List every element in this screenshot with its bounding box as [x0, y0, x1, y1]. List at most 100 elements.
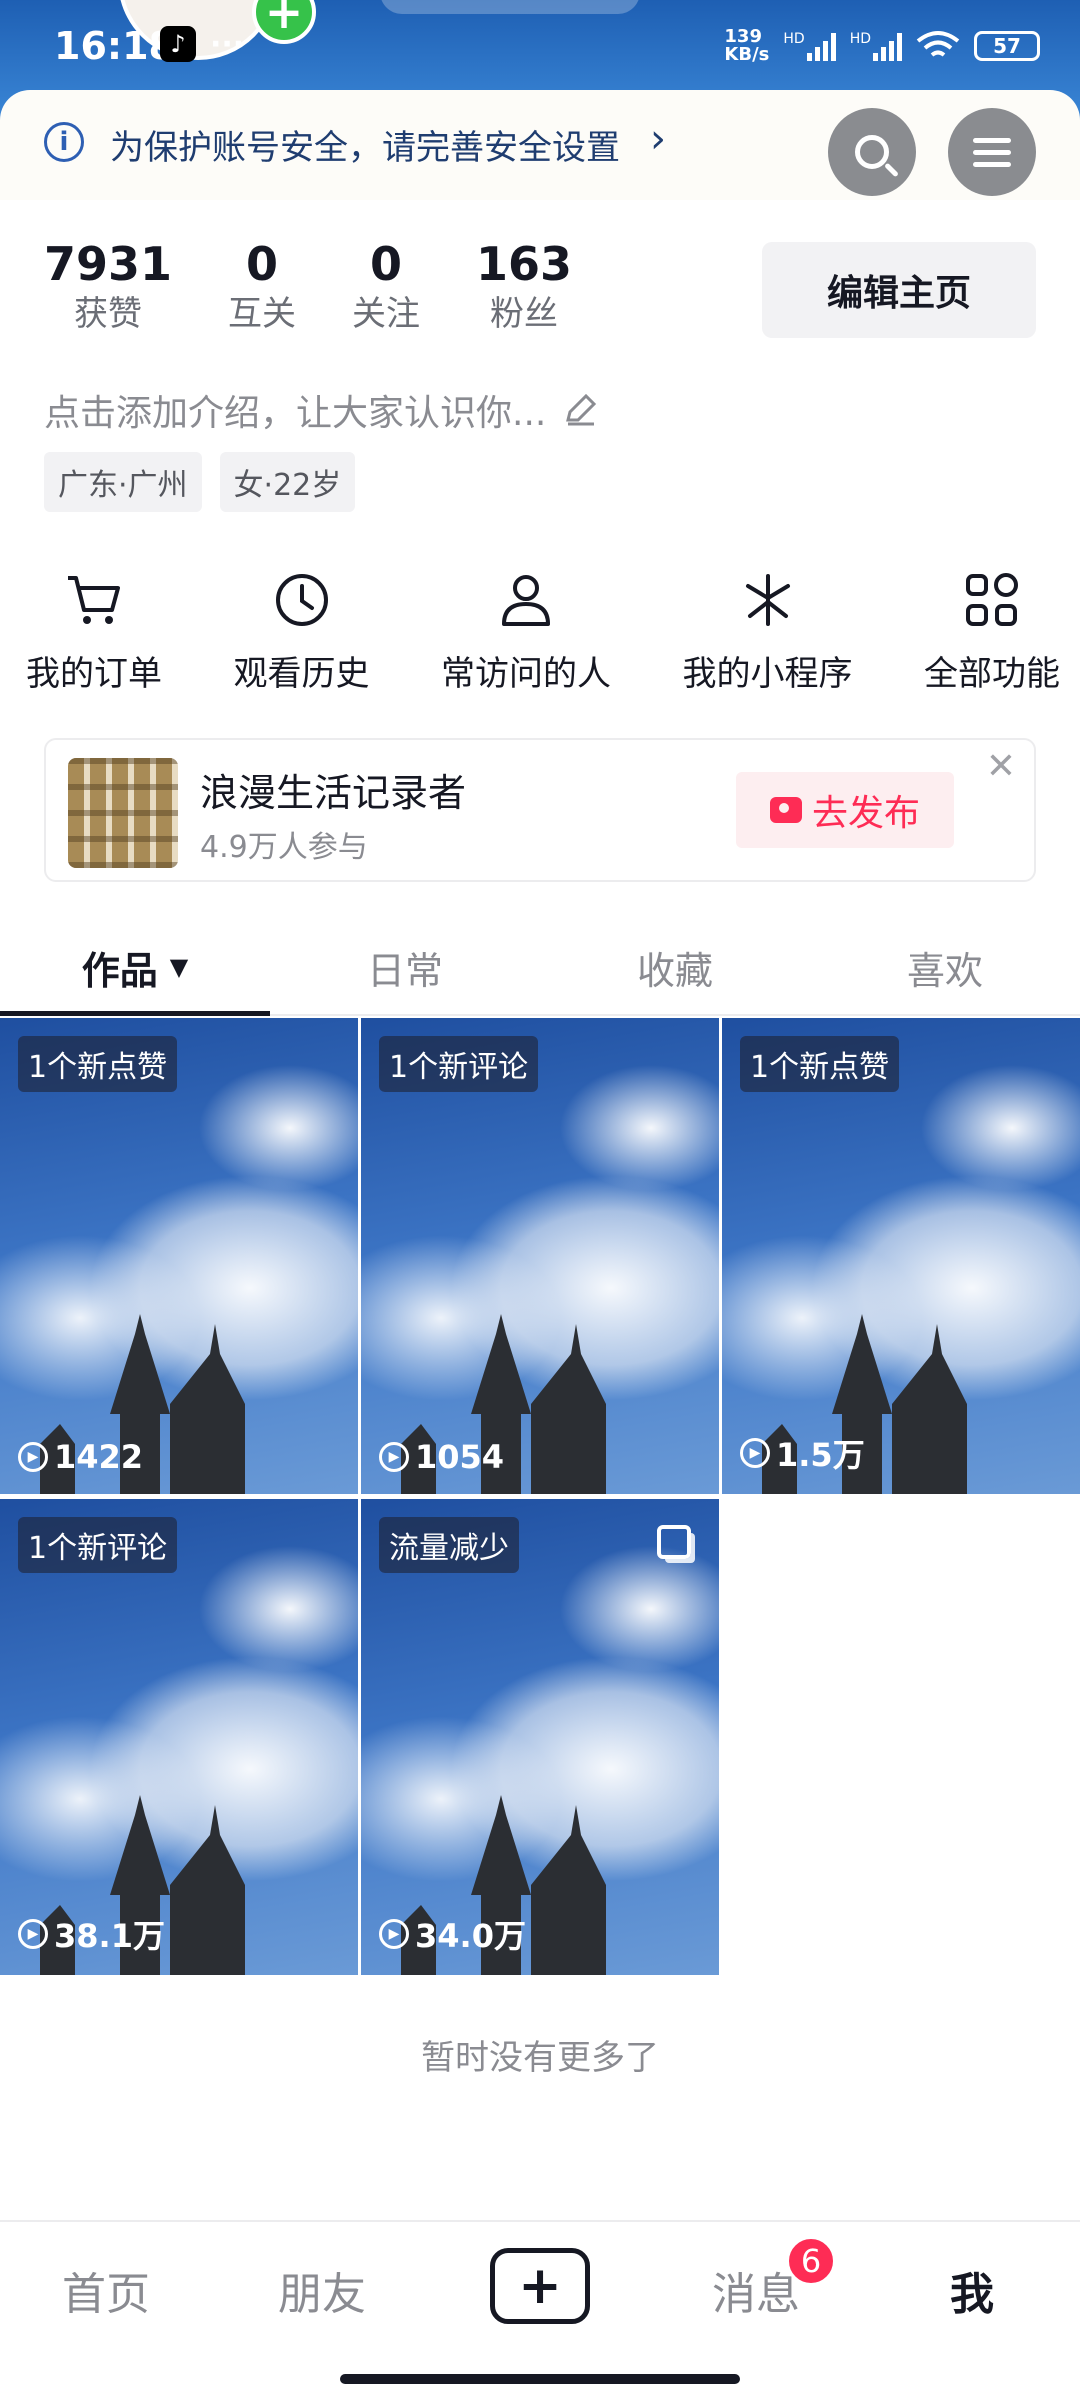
info-icon: i	[44, 122, 84, 162]
profile-tags: 广东·广州 女·22岁	[44, 452, 356, 512]
stat-label: 互关	[228, 294, 297, 334]
play-icon: ▶	[379, 1442, 409, 1472]
tab-label: 日常	[366, 948, 443, 993]
feature-history[interactable]: 观看历史	[234, 568, 370, 695]
feature-label: 我的订单	[26, 654, 162, 694]
tiktok-icon: ♪	[160, 26, 196, 62]
nav-friends[interactable]: 朋友	[278, 2258, 366, 2322]
bio[interactable]: 点击添加介绍，让大家认识你...	[44, 384, 600, 436]
publish-button-label: 去发布	[811, 793, 920, 834]
play-icon: ▶	[740, 1438, 770, 1468]
play-count: ▶ 38.1万	[18, 1911, 165, 1957]
menu-button[interactable]	[948, 108, 1036, 196]
nav-home[interactable]: 首页	[62, 2258, 150, 2322]
signal-icon	[873, 31, 902, 61]
video-tile[interactable]: 流量减少 ▶ 34.0万	[361, 1499, 719, 1975]
network-speed: 139 KB/s	[724, 28, 769, 64]
play-count: ▶ 1054	[379, 1438, 504, 1476]
edit-profile-button[interactable]: 编辑主页	[762, 242, 1036, 338]
feature-mini-programs[interactable]: 我的小程序	[683, 568, 853, 695]
profile-stats: 7931 获赞 0 互关 0 关注 163 粉丝	[44, 236, 628, 336]
feature-all-functions[interactable]: 全部功能	[924, 568, 1060, 695]
stat-label: 粉丝	[490, 294, 559, 334]
tag-location[interactable]: 广东·广州	[44, 452, 202, 512]
campaign-title: 浪漫生活记录者	[200, 771, 467, 815]
feature-label: 观看历史	[233, 654, 370, 694]
feature-row: 我的订单 观看历史 常访问的人 我的小程序 全部功能	[0, 568, 1080, 695]
search-button[interactable]	[828, 108, 916, 196]
publish-button[interactable]: 去发布	[736, 772, 954, 848]
status-indicators: 139 KB/s HD HD 57	[724, 28, 1040, 64]
feature-orders[interactable]: 我的订单	[26, 568, 162, 695]
pencil-icon[interactable]	[560, 390, 600, 430]
bottom-nav: 首页 朋友 + 消息 6 我	[0, 2220, 1080, 2400]
tab-label: 喜欢	[906, 948, 983, 993]
stat-value: 0	[370, 237, 403, 291]
tag-gender-age[interactable]: 女·22岁	[219, 452, 356, 512]
signal-2: HD	[850, 31, 902, 61]
battery-icon: 57	[974, 31, 1040, 61]
feature-label: 我的小程序	[682, 654, 853, 694]
search-icon	[855, 135, 889, 169]
video-tile[interactable]: 1个新点赞 ▶ 1.5万	[722, 1018, 1080, 1494]
security-banner-text[interactable]: 为保护账号安全，请完善安全设置	[110, 120, 620, 169]
caret-down-icon: ▼	[169, 953, 189, 981]
multi-image-icon	[657, 1525, 691, 1559]
stat-mutual[interactable]: 0 互关	[228, 236, 296, 336]
signal-icon	[806, 31, 836, 61]
signal-1: HD	[783, 31, 836, 61]
tab-favorites[interactable]: 收藏	[540, 920, 810, 1014]
play-count-value: 1054	[415, 1438, 505, 1476]
video-badge: 流量减少	[379, 1517, 519, 1573]
video-tile[interactable]: 1个新评论 ▶ 38.1万	[0, 1499, 358, 1975]
play-count-value: 1422	[54, 1438, 144, 1476]
tab-label: 收藏	[636, 948, 713, 993]
stat-likes[interactable]: 7931 获赞	[44, 236, 172, 336]
play-count-value: 38.1万	[54, 1917, 165, 1955]
campaign-thumbnail	[68, 758, 178, 868]
hd-label-1: HD	[783, 31, 805, 47]
home-indicator[interactable]	[340, 2374, 740, 2384]
stat-value: 163	[476, 237, 573, 291]
video-tile[interactable]: 1个新评论 ▶ 1054	[361, 1018, 719, 1494]
video-badge: 1个新评论	[379, 1036, 539, 1092]
clock-icon	[275, 574, 328, 626]
status-time: 16:18	[54, 24, 175, 68]
person-icon	[502, 575, 550, 626]
create-post-button[interactable]: +	[490, 2248, 590, 2324]
video-tile[interactable]: 1个新点赞 ▶ 1422	[0, 1018, 358, 1494]
tab-daily[interactable]: 日常	[270, 920, 540, 1014]
messages-badge: 6	[786, 2236, 836, 2286]
stat-label: 获赞	[74, 294, 143, 334]
campaign-card[interactable]: 浪漫生活记录者 4.9万人参与 去发布 ✕	[44, 738, 1036, 882]
more-notifications-icon: ···	[210, 26, 245, 62]
stat-following[interactable]: 0 关注	[352, 236, 420, 336]
feature-frequent-visitors[interactable]: 常访问的人	[441, 568, 611, 695]
video-badge: 1个新点赞	[18, 1036, 178, 1092]
play-count: ▶ 34.0万	[379, 1911, 526, 1957]
tab-label: 作品	[81, 948, 158, 993]
play-icon: ▶	[18, 1919, 48, 1949]
stat-label: 关注	[352, 294, 421, 334]
bio-placeholder[interactable]: 点击添加介绍，让大家认识你...	[44, 384, 546, 436]
video-badge: 1个新点赞	[740, 1036, 900, 1092]
tab-likes[interactable]: 喜欢	[810, 920, 1080, 1014]
grid-icon	[966, 573, 1018, 626]
stat-followers[interactable]: 163 粉丝	[476, 236, 572, 336]
cart-icon	[68, 576, 120, 624]
chevron-right-icon[interactable]: ›	[650, 116, 666, 162]
campaign-participants: 4.9万人参与	[200, 830, 368, 865]
play-icon: ▶	[379, 1919, 409, 1949]
tab-works[interactable]: 作品 ▼	[0, 920, 270, 1016]
feature-label: 常访问的人	[441, 654, 611, 694]
play-count: ▶ 1.5万	[740, 1430, 865, 1476]
play-count: ▶ 1422	[18, 1438, 143, 1476]
menu-icon	[973, 137, 1011, 167]
close-icon[interactable]: ✕	[986, 746, 1016, 787]
stat-value: 0	[246, 237, 279, 291]
nav-me[interactable]: 我	[950, 2258, 994, 2322]
stat-value: 7931	[44, 237, 173, 291]
camera-icon	[769, 797, 802, 823]
security-banner[interactable]: i 为保护账号安全，请完善安全设置 ›	[0, 90, 1080, 200]
content-tabs: 作品 ▼ 日常 收藏 喜欢	[0, 920, 1080, 1016]
